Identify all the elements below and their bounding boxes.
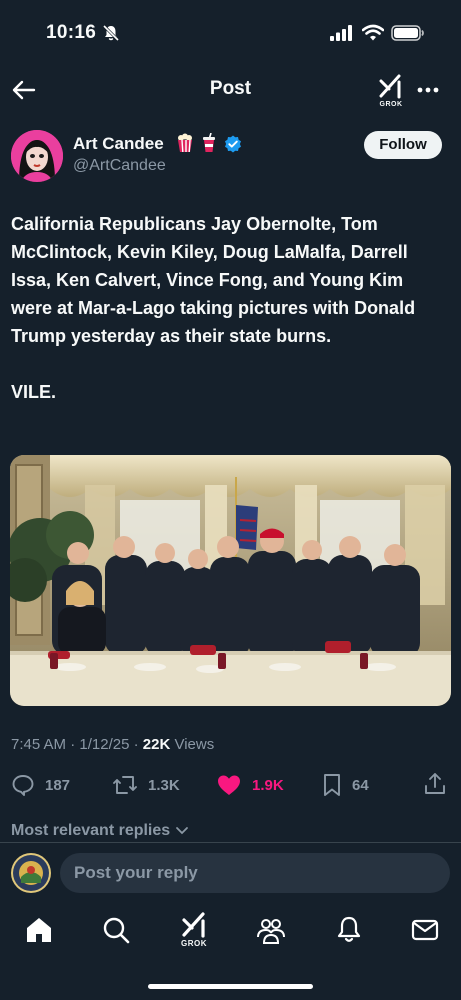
reply-count: 187 <box>45 776 71 794</box>
views-count: 22K <box>142 736 171 753</box>
communities-icon[interactable] <box>256 915 286 945</box>
like-count: 1.9K <box>252 776 284 794</box>
bell-slash-icon <box>102 24 120 42</box>
tweet-meta: 7:45 AM · 1/12/25 · 22K Views <box>11 736 214 753</box>
like-button[interactable]: 1.9K <box>216 772 284 798</box>
grok-icon <box>379 74 401 99</box>
home-icon[interactable] <box>24 915 54 945</box>
meta-separator: · <box>70 736 76 753</box>
divider <box>0 842 461 843</box>
messages-envelope-icon[interactable] <box>410 915 440 945</box>
popcorn-icon <box>178 133 192 153</box>
author-avatar[interactable] <box>11 130 63 182</box>
heart-filled-icon <box>218 775 240 795</box>
cellular-signal-icon <box>330 25 352 41</box>
reply-input[interactable]: Post your reply <box>60 853 450 893</box>
bookmark-count: 64 <box>352 776 369 794</box>
notifications-bell-icon[interactable] <box>334 915 364 945</box>
grok-label: GROK <box>379 101 403 108</box>
follow-button[interactable]: Follow <box>364 131 442 159</box>
author-name[interactable]: Art Candee <box>73 134 164 154</box>
user-avatar-image <box>11 853 51 893</box>
reply-button[interactable]: 187 <box>11 772 70 798</box>
meta-separator: · <box>133 736 139 753</box>
author-handle[interactable]: @ArtCandee <box>73 157 166 175</box>
more-options-icon[interactable] <box>416 80 440 100</box>
chevron-down-icon <box>175 826 188 835</box>
share-icon[interactable] <box>424 772 446 796</box>
nav-grok[interactable]: GROK <box>179 911 209 948</box>
nav-grok-label: GROK <box>181 939 207 948</box>
battery-icon <box>391 25 424 41</box>
photo-group-at-dinner <box>10 455 451 706</box>
bookmark-button[interactable]: 64 <box>322 772 369 798</box>
bookmark-icon <box>324 774 340 796</box>
user-avatar[interactable] <box>11 853 51 893</box>
status-time: 10:16 <box>46 22 97 43</box>
tweet-photo[interactable] <box>10 455 451 706</box>
tweet-text: California Republicans Jay Obernolte, To… <box>11 214 416 402</box>
avatar-illustration <box>11 130 63 182</box>
repost-count: 1.3K <box>148 776 180 794</box>
tweet-date: 1/12/25 <box>79 736 130 753</box>
wifi-icon <box>362 24 384 41</box>
reply-icon <box>12 775 34 796</box>
repost-icon <box>113 776 137 794</box>
search-icon[interactable] <box>101 915 131 945</box>
home-indicator[interactable] <box>148 984 313 989</box>
status-bar: 10:16 <box>0 0 461 64</box>
tweet-time: 7:45 AM <box>11 736 67 753</box>
grok-icon <box>182 912 205 938</box>
soda-cup-icon <box>203 133 215 152</box>
grok-button[interactable]: GROK <box>378 72 404 112</box>
replies-sort-dropdown[interactable]: Most relevant replies <box>11 822 189 840</box>
views-label: Views <box>174 736 215 753</box>
post-header: Post GROK <box>0 64 461 114</box>
repost-button[interactable]: 1.3K <box>112 772 180 798</box>
replies-sort-label: Most relevant replies <box>11 822 171 839</box>
verified-badge-icon <box>225 135 241 153</box>
